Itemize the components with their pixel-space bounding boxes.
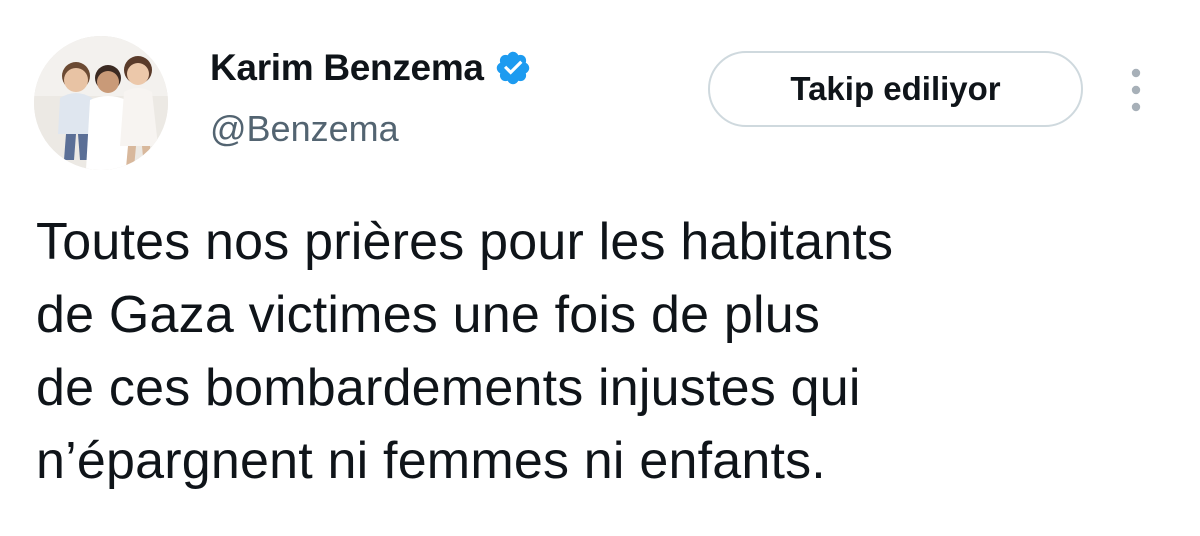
avatar[interactable] bbox=[34, 36, 168, 170]
tweet-text-line: de ces bombardements injustes qui bbox=[36, 359, 861, 417]
author-name-row: Karim Benzema bbox=[210, 46, 532, 90]
following-button[interactable]: Takip ediliyor bbox=[708, 51, 1083, 127]
more-options-button[interactable] bbox=[1118, 64, 1154, 116]
author-display-name[interactable]: Karim Benzema bbox=[210, 46, 484, 90]
avatar-photo bbox=[34, 36, 168, 170]
verified-badge-icon bbox=[494, 49, 532, 87]
more-vertical-icon bbox=[1130, 66, 1142, 114]
tweet-text-line: Toutes nos prières pour les habitants bbox=[36, 213, 894, 271]
tweet-text-line: de Gaza victimes une fois de plus bbox=[36, 286, 821, 344]
tweet-text-line: n’épargnent ni femmes ni enfants. bbox=[36, 432, 826, 490]
tweet-card: Karim Benzema @Benzema Takip ediliyor To… bbox=[0, 0, 1200, 536]
author-handle[interactable]: @Benzema bbox=[210, 107, 399, 151]
tweet-text: Toutes nos prières pour les habitants de… bbox=[36, 206, 1156, 498]
